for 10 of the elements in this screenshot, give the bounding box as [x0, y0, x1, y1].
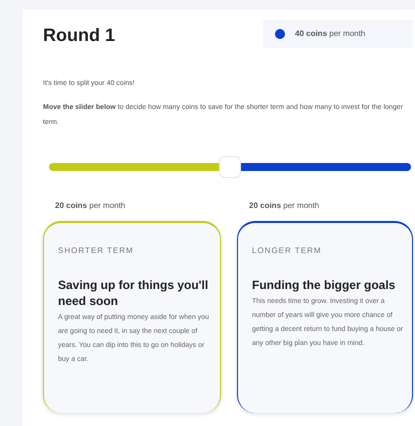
coins-amount: 20 coins per month: [55, 200, 126, 212]
coins-total: 40 coins per month: [295, 28, 366, 40]
term-label: LONGER TERM: [252, 244, 323, 256]
card-heading: Funding the bigger goals: [252, 276, 396, 292]
term-label: SHORTER TERM: [58, 244, 135, 256]
slider-thumb[interactable]: [219, 156, 241, 178]
split-slider[interactable]: [49, 156, 411, 178]
round-title: Round 1: [43, 24, 115, 47]
coins-amount: 20 coins per month: [249, 200, 320, 212]
card-heading: Saving up for things you'll need soon: [58, 276, 210, 308]
